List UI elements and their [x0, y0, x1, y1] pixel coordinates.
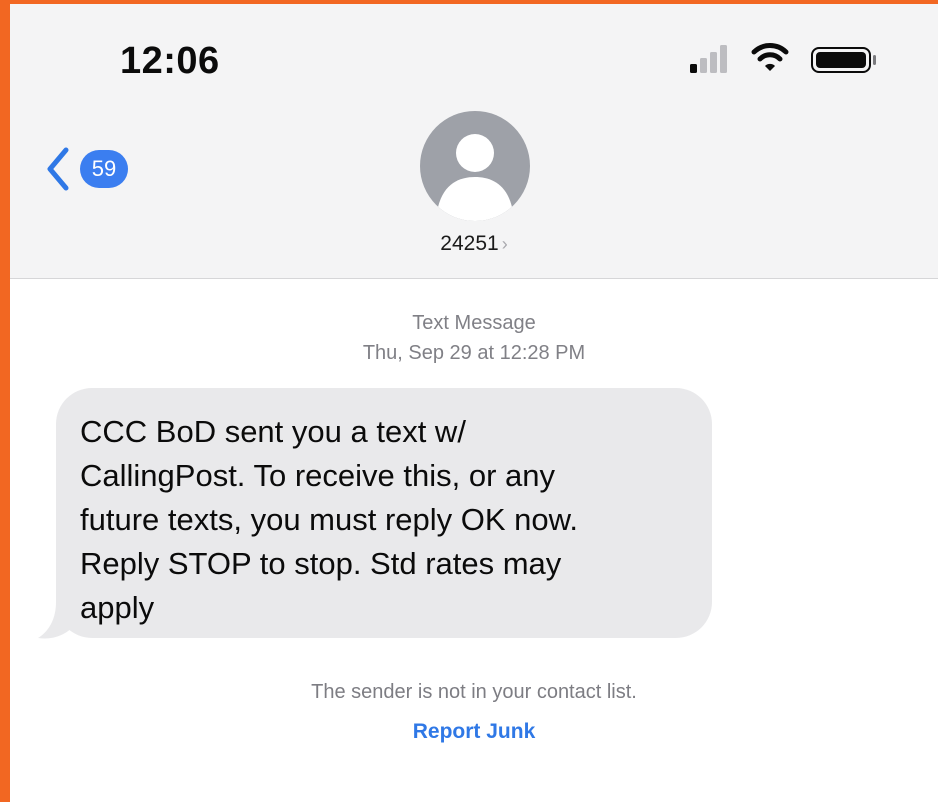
chevron-right-icon: ›	[501, 234, 508, 254]
status-time: 12:06	[120, 40, 220, 82]
wifi-icon	[751, 43, 789, 71]
back-button[interactable]: 59	[42, 144, 142, 194]
report-junk-link[interactable]: Report Junk	[10, 720, 938, 744]
battery-icon	[811, 47, 876, 73]
unread-count-badge: 59	[80, 150, 128, 188]
incoming-message-bubble[interactable]: CCC BoD sent you a text w/ CallingPost. …	[56, 388, 712, 638]
status-icons-svg	[690, 43, 876, 73]
conversation-header: 12:06 59 24251 ›	[10, 4, 938, 279]
message-text: CCC BoD sent you a text w/ CallingPost. …	[80, 414, 578, 625]
contact-name-button[interactable]: 24251 ›	[10, 232, 938, 256]
contact-avatar[interactable]	[420, 111, 530, 221]
cellular-signal-icon	[690, 45, 727, 73]
chevron-left-icon	[47, 147, 69, 191]
unknown-sender-note: The sender is not in your contact list.	[311, 681, 637, 703]
status-icons	[678, 42, 878, 76]
contact-name: 24251	[440, 232, 499, 255]
message-kind-label: Text Message	[412, 312, 536, 334]
person-silhouette-icon	[438, 134, 512, 221]
messages-screen: 12:06 59 24251 › Text Message Thu, Sep 2…	[10, 4, 938, 802]
message-timestamp: Thu, Sep 29 at 12:28 PM	[362, 342, 586, 364]
